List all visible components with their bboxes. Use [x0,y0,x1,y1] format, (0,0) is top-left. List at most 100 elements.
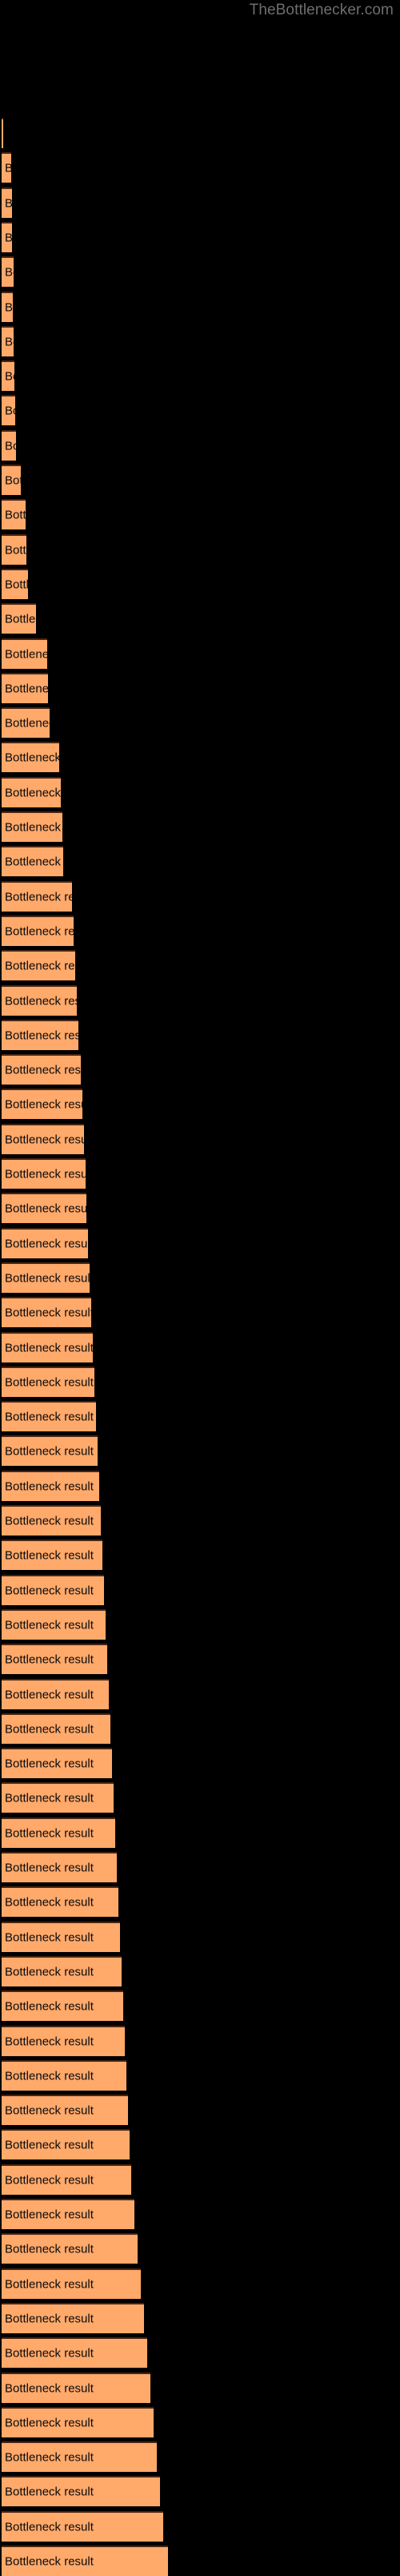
bar-label: Bottleneck result [5,1548,94,1563]
bar-label: Bottleneck result [5,2069,94,2083]
bar-label: Bottleneck result [5,2277,94,2292]
bar-label: Bottleneck result [5,716,50,731]
bar-56: Bottleneck result [2,2025,125,2056]
bar-29: Bottleneck result [2,1089,82,1120]
bar-label: Bottleneck result [5,265,14,280]
bar-label: Bottleneck result [5,1757,94,1771]
bar-69: Bottleneck result [2,2476,160,2507]
bar-57: Bottleneck result [2,2059,126,2091]
bar-label: Bottleneck result [5,1063,81,1077]
bar-label: Bottleneck result [5,924,74,939]
bar-1: Bottleneck result [2,118,3,148]
bar-label: Bottleneck result [5,1930,94,1945]
bar-label: Bottleneck result [5,473,21,488]
bar-34: Bottleneck result [2,1262,90,1293]
bar-label: Bottleneck result [5,2103,94,2118]
bar-label: Bottleneck result [5,1479,94,1494]
bar-13: Bottleneck result [2,533,26,565]
bar-label: Bottleneck result [5,1410,94,1424]
bar-63: Bottleneck result [2,2268,141,2299]
bar-14: Bottleneck result [2,568,28,599]
bar-2: Bottleneck result [2,152,11,183]
bar-label: Bottleneck result [5,231,12,244]
bar-label: Bottleneck result [5,1895,94,1910]
bar-label: Bottleneck result [5,1514,94,1528]
bar-label: Bottleneck result [5,2346,94,2361]
bar-20: Bottleneck result [2,776,61,807]
bar-15: Bottleneck result [2,603,36,634]
bar-23: Bottleneck result [2,880,72,912]
bar-label: Bottleneck result [5,1618,94,1632]
bar-31: Bottleneck result [2,1158,86,1189]
bar-label: Bottleneck result [5,1584,94,1598]
bar-label: Bottleneck result [5,1237,88,1251]
bar-60: Bottleneck result [2,2163,131,2195]
bar-6: Bottleneck result [2,291,13,322]
bar-label: Bottleneck result [5,1791,94,1805]
bar-50: Bottleneck result [2,1817,115,1848]
bar-12: Bottleneck result [2,499,26,530]
bar-25: Bottleneck result [2,950,75,981]
bar-label: Bottleneck result [5,1167,86,1181]
bar-65: Bottleneck result [2,2337,147,2369]
bar-45: Bottleneck result [2,1644,107,1675]
bar-label: Bottleneck result [5,1965,94,1979]
bar-label: Bottleneck result [5,612,36,626]
bar-52: Bottleneck result [2,1886,118,1918]
bar-44: Bottleneck result [2,1608,106,1640]
bar-47: Bottleneck result [2,1713,110,1744]
bar-36: Bottleneck result [2,1331,93,1362]
bar-16: Bottleneck result [2,638,47,669]
bar-label: Bottleneck result [5,2485,94,2499]
bar-58: Bottleneck result [2,2095,128,2126]
bar-label: Bottleneck result [5,1097,82,1112]
bar-label: Bottleneck result [5,2242,94,2256]
bar-label: Bottleneck result [5,1375,94,1390]
bar-label: Bottleneck result [5,1652,94,1667]
bar-26: Bottleneck result [2,984,77,1016]
bar-4: Bottleneck result [2,221,12,252]
bar-66: Bottleneck result [2,2372,150,2403]
bar-label: Bottleneck result [5,1722,94,1737]
bar-label: Bottleneck result [5,2450,94,2465]
bar-32: Bottleneck result [2,1193,86,1224]
bar-label: Bottleneck result [5,439,16,453]
bar-label: Bottleneck result [5,959,75,973]
bar-64: Bottleneck result [2,2302,144,2333]
bar-42: Bottleneck result [2,1540,102,1571]
bar-label: Bottleneck result [5,300,13,314]
bar-chart: Bottleneck result Bottleneck result Bottle… [0,0,400,2576]
bar-label: Bottleneck result [5,647,47,661]
bar-label: Bottleneck result [5,1028,78,1043]
bar-49: Bottleneck result [2,1782,114,1813]
bar-label: Bottleneck result [5,2381,94,2395]
bar-67: Bottleneck result [2,2406,154,2437]
bar-label: Bottleneck result [5,197,12,209]
bar-label: Bottleneck result [5,890,72,904]
bar-21: Bottleneck result [2,811,62,842]
bar-35: Bottleneck result [2,1297,91,1328]
bar-7: Bottleneck result [2,325,14,356]
bar-54: Bottleneck result [2,1955,122,1986]
bar-label: Bottleneck result [5,820,62,835]
bar-9: Bottleneck result [2,395,15,426]
bar-37: Bottleneck result [2,1366,94,1397]
bar-label: Bottleneck result [5,786,61,800]
bar-label: Bottleneck result [5,1271,90,1286]
bar-11: Bottleneck result [2,465,21,495]
bar-22: Bottleneck result [2,846,63,877]
bar-33: Bottleneck result [2,1227,88,1258]
bar-62: Bottleneck result [2,2233,138,2264]
bar-label: Bottleneck result [5,1201,86,1216]
bar-68: Bottleneck result [2,2441,157,2473]
bar-19: Bottleneck result [2,742,59,773]
bar-8: Bottleneck result [2,360,14,392]
bar-28: Bottleneck result [2,1054,81,1085]
bar-label: Bottleneck result [5,1341,93,1354]
bar-label: Bottleneck result [5,1133,84,1147]
bar-43: Bottleneck result [2,1574,104,1605]
bar-5: Bottleneck result [2,256,14,288]
bar-label: Bottleneck result [5,404,15,418]
bar-48: Bottleneck result [2,1748,112,1779]
bar-label: Bottleneck result [5,578,28,592]
